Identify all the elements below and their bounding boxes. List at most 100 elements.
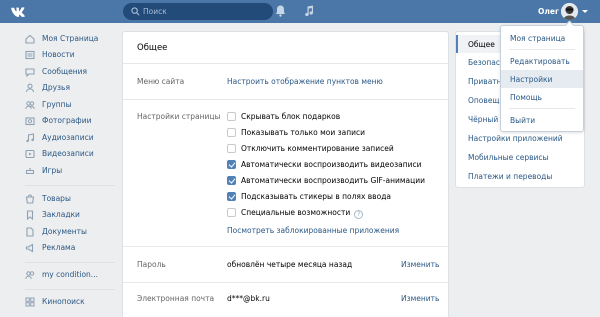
change-password-link[interactable]: Изменить <box>401 260 439 269</box>
menu-divider <box>509 49 575 50</box>
email-label: Электронная почта <box>137 294 215 303</box>
sidebar-item-audio[interactable]: Аудиозаписи <box>25 132 125 146</box>
sidebar-item-ads[interactable]: Реклама <box>25 242 125 256</box>
disable-comments-checkbox[interactable] <box>227 144 236 153</box>
messages-icon <box>25 68 35 77</box>
sidebar-item-friends[interactable]: Друзья <box>25 82 125 96</box>
hide-gifts-checkbox[interactable] <box>227 112 236 121</box>
sidebar-item-video[interactable]: Видеозаписи <box>25 148 125 162</box>
menu-item-settings[interactable]: Настройки <box>501 70 583 88</box>
sidebar-item-market[interactable]: Товары <box>25 193 125 207</box>
password-label: Пароль <box>137 260 166 269</box>
community-icon <box>25 271 35 280</box>
sidebar-item-label: Товары <box>42 194 71 203</box>
change-email-link[interactable]: Изменить <box>401 294 439 303</box>
autoplay-gif-label[interactable]: Автоматически воспроизводить GIF-анимаци… <box>241 176 425 185</box>
bell-icon[interactable] <box>275 5 286 17</box>
page-title: Общее <box>137 43 168 53</box>
accessibility-row: Специальные возможности? <box>241 208 364 219</box>
hide-gifts-label[interactable]: Скрывать блок подарков <box>241 112 340 121</box>
autoplay-video-checkbox[interactable] <box>227 160 236 169</box>
password-status: обновлён четыре месяца назад <box>227 260 353 269</box>
sidebar-item-my-page[interactable]: Моя Страница <box>25 33 125 47</box>
menu-item-my-page[interactable]: Моя страница <box>501 29 583 47</box>
blocked-apps-link[interactable]: Посмотреть заблокированные приложения <box>227 226 399 235</box>
page-settings-label: Настройки страницы <box>137 112 221 121</box>
sidebar-item-games[interactable]: Игры <box>25 165 125 179</box>
accessibility-checkbox[interactable] <box>227 208 236 217</box>
bookmarks-icon <box>26 210 34 220</box>
sidebar-item-label: Видеозаписи <box>42 149 94 158</box>
only-my-posts-label[interactable]: Показывать только мои записи <box>241 128 365 137</box>
sidebar-divider <box>25 262 115 263</box>
menu-item-help[interactable]: Помощь <box>501 88 583 106</box>
menu-item-edit[interactable]: Редактировать <box>501 52 583 70</box>
divider <box>123 63 448 64</box>
sidebar-item-label: Сообщения <box>42 67 88 76</box>
menu-item-logout[interactable]: Выйти <box>501 111 583 129</box>
audio-icon <box>26 133 35 143</box>
menu-item-label: Редактировать <box>510 57 570 66</box>
sidebar-item-label: Кинопоиск <box>42 297 85 306</box>
ads-icon <box>25 243 34 253</box>
sidebar-item-news[interactable]: Новости <box>25 49 125 63</box>
sidebar-item-label: Друзья <box>42 83 70 92</box>
sidebar-item-community[interactable]: my condition... <box>25 269 125 283</box>
sidebar-item-label: Игры <box>42 166 63 175</box>
sidebar-item-label: Аудиозаписи <box>42 133 94 142</box>
tab-label: Настройки приложений <box>468 134 563 143</box>
sidebar-item-label: Документы <box>42 227 87 236</box>
tab-label: Оповеще <box>468 96 505 105</box>
disable-comments-label[interactable]: Отключить комментирование записей <box>241 144 394 153</box>
search-box[interactable]: Поиск <box>123 3 273 20</box>
sidebar-item-label: Закладки <box>42 210 80 219</box>
sidebar-item-kinopoisk[interactable]: Кинопоиск <box>25 296 125 310</box>
sticker-hints-label[interactable]: Подсказывать стикеры в полях ввода <box>241 192 391 201</box>
menu-settings-link[interactable]: Настроить отображение пунктов меню <box>227 77 383 86</box>
tab-label: Общее <box>468 40 495 49</box>
search-input[interactable]: Поиск <box>143 7 167 16</box>
photos-icon <box>25 117 35 126</box>
app-icon <box>25 297 35 307</box>
divider <box>123 99 448 100</box>
market-icon <box>25 194 35 204</box>
divider <box>123 246 448 247</box>
news-icon <box>25 50 35 60</box>
sidebar-item-documents[interactable]: Документы <box>25 226 125 240</box>
help-icon[interactable]: ? <box>354 210 364 219</box>
groups-icon <box>25 101 35 110</box>
tab-payments[interactable]: Платежи и переводы <box>456 167 584 185</box>
video-icon <box>25 149 35 159</box>
user-name: Олег <box>538 7 559 16</box>
sticker-hints-checkbox[interactable] <box>227 192 236 201</box>
user-dropdown-menu: Моя страница Редактировать Настройки Пом… <box>500 25 584 132</box>
sidebar-divider <box>25 185 115 186</box>
sidebar-item-label: Фотографии <box>42 116 92 125</box>
sidebar-item-label: Новости <box>42 50 75 59</box>
menu-item-label: Моя страница <box>510 34 566 43</box>
divider <box>123 282 448 283</box>
friends-icon <box>25 83 35 93</box>
vk-logo-icon[interactable] <box>10 4 25 19</box>
autoplay-gif-checkbox[interactable] <box>227 176 236 185</box>
tab-mobile-services[interactable]: Мобильные сервисы <box>456 148 584 166</box>
sidebar-item-label: my condition... <box>42 270 98 279</box>
only-my-posts-checkbox[interactable] <box>227 128 236 137</box>
settings-card: Общее Меню сайта Настроить отображение п… <box>122 31 449 317</box>
menu-divider <box>509 108 575 109</box>
top-header: Поиск Олег <box>0 0 600 23</box>
accessibility-label[interactable]: Специальные возможности <box>241 208 350 217</box>
sidebar-item-label: Моя Страница <box>42 34 99 43</box>
tab-label: Платежи и переводы <box>468 172 553 181</box>
sidebar-item-bookmarks[interactable]: Закладки <box>25 209 125 223</box>
sidebar-item-messages[interactable]: Сообщения <box>25 66 125 80</box>
games-icon <box>25 168 35 175</box>
avatar <box>561 3 578 20</box>
autoplay-video-label[interactable]: Автоматически воспроизводить видеозаписи <box>241 160 422 169</box>
menu-item-label: Выйти <box>510 116 536 125</box>
sidebar-item-groups[interactable]: Группы <box>25 99 125 113</box>
menu-item-label: Помощь <box>510 93 542 102</box>
email-value: d***@bk.ru <box>227 294 270 303</box>
sidebar-item-photos[interactable]: Фотографии <box>25 115 125 129</box>
music-icon[interactable] <box>304 5 314 17</box>
